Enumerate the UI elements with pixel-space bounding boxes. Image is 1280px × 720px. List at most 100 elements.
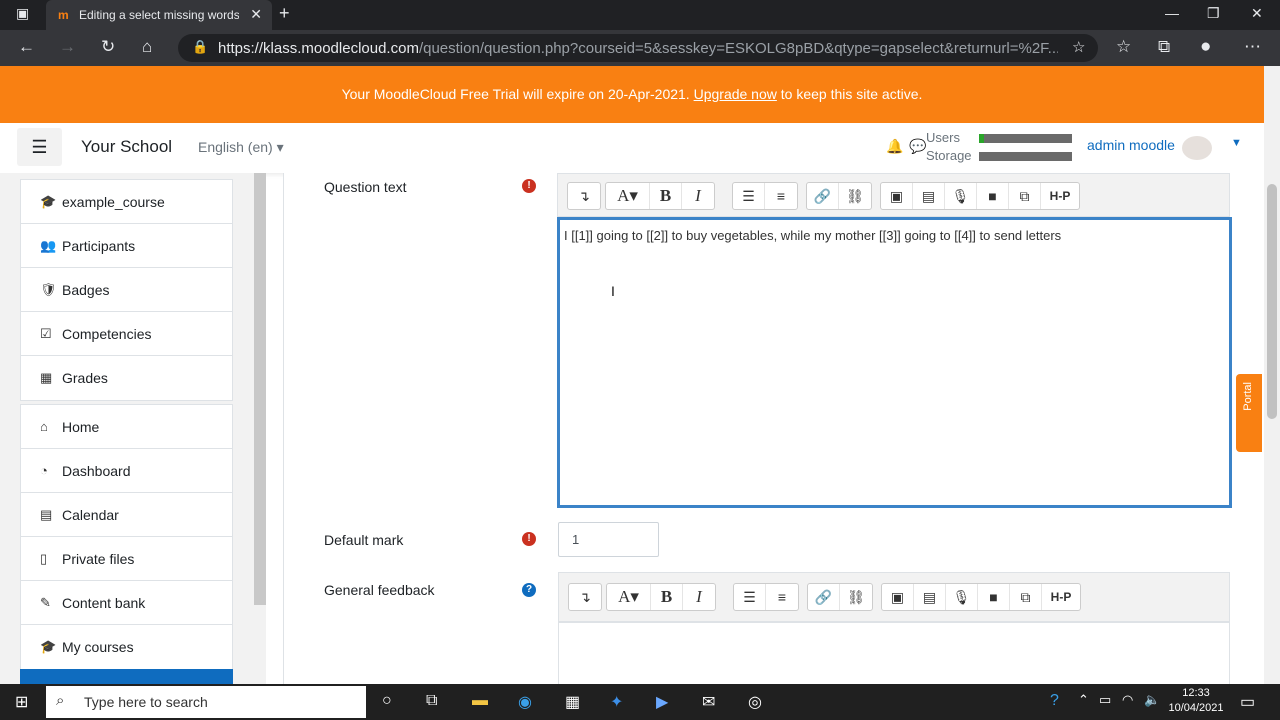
avatar[interactable] <box>1182 136 1212 160</box>
sidebar-item-content-bank[interactable]: ✎ Content bank <box>21 581 232 625</box>
help-tray-icon[interactable]: ? <box>1050 692 1059 710</box>
chevron-down-icon[interactable]: ▼ <box>1231 137 1242 149</box>
browser-tab-bar: ▣ m Editing a select missing words qu ✕ … <box>0 0 1280 30</box>
obs-icon[interactable]: ◎ <box>748 692 762 712</box>
forward-icon[interactable]: → <box>59 37 76 57</box>
wifi-icon[interactable]: ◠ <box>1122 692 1133 708</box>
sidebar-item-home[interactable]: ⌂ Home <box>21 405 232 449</box>
clock-date: 10/04/2021 <box>1168 702 1224 714</box>
unordered-list-icon[interactable]: ☰ <box>733 183 765 209</box>
toolbar-toggle-icon[interactable]: ↴ <box>569 584 601 610</box>
site-name[interactable]: Your School <box>81 137 172 157</box>
question-text-editor[interactable]: I [[1]] going to [[2]] to buy vegetables… <box>557 217 1232 508</box>
course-nav-group: 🎓 example_course 👥 Participants 🛡 Badges ☑ Comp… <box>20 179 233 401</box>
h5p-icon[interactable]: H-P <box>1042 584 1080 610</box>
scrollbar-thumb[interactable] <box>1267 184 1277 419</box>
file-explorer-icon[interactable]: ▬ <box>472 692 488 710</box>
close-window-icon[interactable]: ✕ <box>1251 5 1263 22</box>
image-icon[interactable]: ▣ <box>882 584 914 610</box>
reload-icon[interactable]: ↻ <box>101 37 115 57</box>
store-icon[interactable]: ▦ <box>565 692 580 712</box>
ordered-list-icon[interactable]: ≡ <box>766 584 798 610</box>
sidebar-item-grades[interactable]: ▦ Grades <box>21 356 232 400</box>
new-tab-icon[interactable]: + <box>279 3 290 24</box>
cortana-icon[interactable]: ○ <box>382 692 392 710</box>
show-hidden-icons-icon[interactable]: ⌃ <box>1078 692 1089 708</box>
italic-button[interactable]: I <box>682 183 714 209</box>
portal-tab[interactable]: Portal <box>1236 374 1262 452</box>
sidebar-item-participants[interactable]: 👥 Participants <box>21 224 232 268</box>
ordered-list-icon[interactable]: ≡ <box>765 183 797 209</box>
profile-icon[interactable]: ● <box>1200 37 1211 57</box>
image-icon[interactable]: ▣ <box>881 183 913 209</box>
media-icon[interactable]: ▤ <box>914 584 946 610</box>
add-favorite-icon[interactable]: ☆ <box>1072 38 1085 58</box>
address-bar[interactable]: 🔒 https://klass.moodlecloud.com/question… <box>178 34 1098 62</box>
general-feedback-editor[interactable] <box>558 622 1230 684</box>
h5p-icon[interactable]: H-P <box>1041 183 1079 209</box>
font-style-button[interactable]: A▾ <box>607 584 651 610</box>
mail-icon[interactable]: ✉ <box>702 692 715 712</box>
unlink-icon[interactable]: ⛓ <box>840 584 872 610</box>
toolbar-toggle-icon[interactable]: ↴ <box>568 183 600 209</box>
font-style-button[interactable]: A▾ <box>606 183 650 209</box>
back-icon[interactable]: ← <box>18 37 35 57</box>
windows-start-icon[interactable]: ⊞ <box>15 692 28 712</box>
record-audio-icon[interactable]: 🎙 <box>946 584 978 610</box>
app-icon[interactable]: ▶ <box>656 692 668 712</box>
unlink-icon[interactable]: ⛓ <box>839 183 871 209</box>
calendar-icon: ▤ <box>40 506 53 522</box>
close-tab-icon[interactable]: ✕ <box>250 6 262 23</box>
default-mark-input[interactable]: 1 <box>558 522 659 557</box>
messages-icon[interactable]: 💬 <box>909 138 926 155</box>
sidebar-item-competencies[interactable]: ☑ Competencies <box>21 312 232 356</box>
question-text-label: Question text <box>324 179 407 195</box>
user-menu-name[interactable]: admin moodle <box>1087 137 1175 153</box>
portal-label: Portal <box>1242 382 1254 411</box>
taskbar-clock[interactable]: 12:33 10/04/2021 <box>1160 686 1232 716</box>
drawer-scrollbar[interactable] <box>254 173 266 605</box>
bold-button[interactable]: B <box>651 584 683 610</box>
bold-button[interactable]: B <box>650 183 682 209</box>
tab-actions-icon[interactable]: ▣ <box>16 5 29 22</box>
task-view-icon[interactable]: ⧉ <box>426 692 437 710</box>
language-menu[interactable]: English (en) ▾ <box>198 139 284 156</box>
restore-icon[interactable]: ❐ <box>1207 5 1220 22</box>
manage-files-icon[interactable]: ⧉ <box>1010 584 1042 610</box>
sidebar-item-private-files[interactable]: ▯ Private files <box>21 537 232 581</box>
notifications-icon[interactable]: ▭ <box>1240 692 1255 712</box>
volume-icon[interactable]: 🔈 <box>1144 692 1160 708</box>
notifications-bell-icon[interactable]: 🔔 <box>886 138 903 155</box>
sidebar-item-badges[interactable]: 🛡 Badges <box>21 268 232 312</box>
link-icon[interactable]: 🔗 <box>807 183 839 209</box>
browser-tab[interactable]: m Editing a select missing words qu ✕ <box>46 0 272 30</box>
sidebar-item-my-courses[interactable]: 🎓 My courses <box>21 625 232 669</box>
graduation-cap-icon: 🎓 <box>40 193 57 209</box>
nav-item-active[interactable] <box>20 669 233 684</box>
favorites-icon[interactable]: ☆ <box>1116 37 1131 57</box>
record-audio-icon[interactable]: 🎙 <box>945 183 977 209</box>
minimize-icon[interactable]: — <box>1165 5 1179 21</box>
link-icon[interactable]: 🔗 <box>808 584 840 610</box>
dropbox-icon[interactable]: ✦ <box>610 692 623 712</box>
sidebar-item-calendar[interactable]: ▤ Calendar <box>21 493 232 537</box>
page-scrollbar[interactable] <box>1264 66 1280 684</box>
sidebar-item-example-course[interactable]: 🎓 example_course <box>21 180 232 224</box>
required-icon: ! <box>522 179 536 193</box>
help-icon[interactable]: ? <box>522 583 536 597</box>
media-icon[interactable]: ▤ <box>913 183 945 209</box>
more-menu-icon[interactable]: ⋯ <box>1244 37 1261 57</box>
record-video-icon[interactable]: ■ <box>978 584 1010 610</box>
sidebar-item-dashboard[interactable]: ◔ Dashboard <box>21 449 232 493</box>
record-video-icon[interactable]: ■ <box>977 183 1009 209</box>
taskbar-search[interactable]: ⌕ Type here to search <box>46 686 366 718</box>
manage-files-icon[interactable]: ⧉ <box>1009 183 1041 209</box>
upgrade-link[interactable]: Upgrade now <box>694 86 777 102</box>
battery-icon[interactable]: ▭ <box>1099 692 1111 708</box>
drawer-toggle-button[interactable]: ☰ <box>17 128 62 166</box>
collections-icon[interactable]: ⧉ <box>1158 37 1170 57</box>
home-icon[interactable]: ⌂ <box>142 37 152 57</box>
italic-button[interactable]: I <box>683 584 715 610</box>
edge-icon[interactable]: ◉ <box>518 692 532 712</box>
unordered-list-icon[interactable]: ☰ <box>734 584 766 610</box>
